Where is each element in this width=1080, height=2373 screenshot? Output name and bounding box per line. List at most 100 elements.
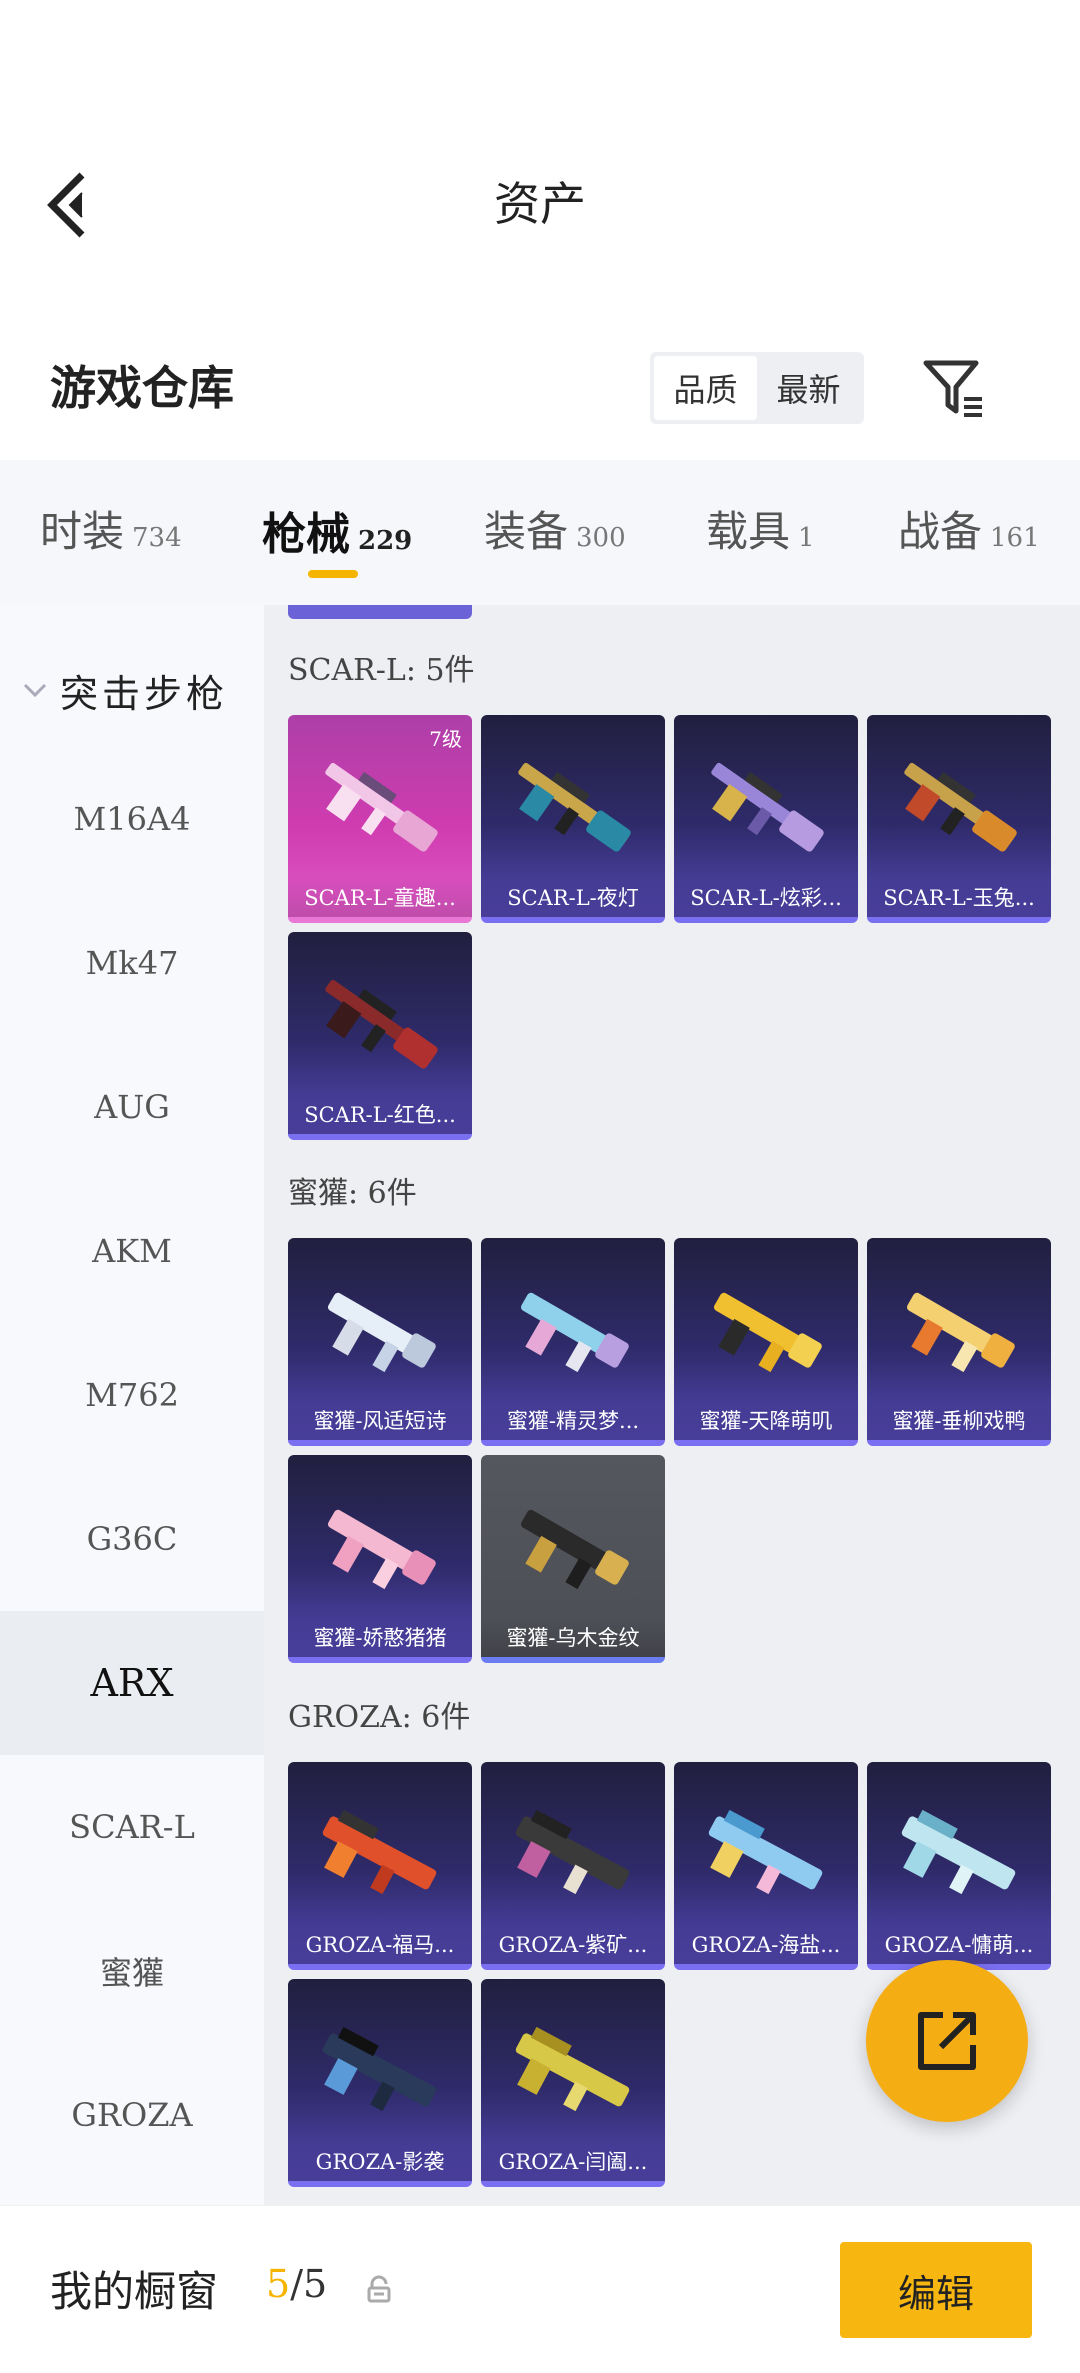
tab-supplies[interactable]: 战备 161 [898,498,1040,559]
category-tabs: 时装 734 枪械 229 装备 300 载具 1 战备 161 [0,460,1080,605]
previous-card-edge [288,605,472,619]
section-title-scar-l: SCAR-L: 5件 [288,653,475,688]
tab-count: 161 [990,523,1040,553]
showcase-bar: 我的橱窗 5/5 编辑 [0,2205,1080,2373]
tab-count: 300 [576,523,626,553]
sidebar-group-label: 突击步枪 [60,671,229,716]
skin-name: GROZA-闫阖... [481,2141,665,2181]
skin-card[interactable]: GROZA-福马... [288,1762,472,1970]
tab-count: 734 [132,523,182,553]
rifle-icon [325,762,438,852]
skin-card[interactable]: 蜜獾-垂柳戏鸭 [867,1238,1051,1446]
skin-card[interactable]: 蜜獾-娇憨猪猪 [288,1455,472,1663]
sidebar-item-honey-badger[interactable]: 蜜獾 [0,1899,264,2043]
skin-card[interactable]: GROZA-海盐... [674,1762,858,1970]
skin-name: 蜜獾-天降萌叽 [674,1400,858,1440]
sidebar-item-g36c[interactable]: G36C [0,1467,264,1611]
skin-card[interactable]: GROZA-紫矿... [481,1762,665,1970]
tab-label: 载具 [706,507,791,556]
skin-name: 蜜獾-乌木金纹 [481,1617,665,1657]
tab-vehicles[interactable]: 载具 1 [706,498,815,559]
sidebar-item-aug[interactable]: AUG [0,1035,264,1179]
skin-card[interactable]: 蜜獾-乌木金纹 [481,1455,665,1663]
skin-card[interactable]: SCAR-L-夜灯 [481,715,665,923]
skin-card[interactable]: SCAR-L-玉兔... [867,715,1051,923]
sidebar-item-scar-l[interactable]: SCAR-L [0,1755,264,1899]
rifle-icon [518,762,631,852]
skin-card[interactable]: 蜜獾-精灵梦... [481,1238,665,1446]
sort-toggle: 品质 最新 [650,352,864,424]
level-badge: 7级 [429,727,462,751]
tab-label: 枪械 [262,509,350,560]
rifle-icon [515,1809,630,1895]
sidebar-group-assault-rifles[interactable]: 突击步枪 [0,635,264,745]
showcase-total: 5 [303,2262,328,2306]
skin-card[interactable]: GROZA-闫阖... [481,1979,665,2187]
skin-card[interactable]: 蜜獾-风适短诗 [288,1238,472,1446]
skin-name: SCAR-L-玉兔... [867,877,1051,917]
tab-firearms[interactable]: 枪械 229 [262,498,412,562]
lock-icon [367,2275,391,2303]
showcase-count: 5/5 [266,2262,327,2306]
sidebar-item-mk47[interactable]: Mk47 [0,891,264,1035]
sidebar-item-m16a4[interactable]: M16A4 [0,747,264,891]
smg-icon [520,1509,629,1590]
chevron-down-icon [23,683,47,698]
skin-name: GROZA-慵萌... [867,1924,1051,1964]
rifle-icon [904,762,1017,852]
tab-count: 1 [798,523,815,553]
skin-name: SCAR-L-红色... [288,1094,472,1134]
tab-label: 战备 [898,507,983,556]
skin-name: GROZA-福马... [288,1924,472,1964]
skin-card[interactable]: SCAR-L-红色... [288,932,472,1140]
tab-outfits[interactable]: 时装 734 [40,498,182,559]
skin-name: 蜜獾-垂柳戏鸭 [867,1400,1051,1440]
sidebar-item-akm[interactable]: AKM [0,1179,264,1323]
skin-name: GROZA-海盐... [674,1924,858,1964]
rifle-icon [325,979,438,1069]
skin-name: SCAR-L-童趣... [288,877,472,917]
showcase-title: 我的橱窗 [50,2267,219,2316]
top-header: 资产 游戏仓库 品质 最新 [0,0,1080,424]
skin-card[interactable]: SCAR-L-炫彩... [674,715,858,923]
share-button[interactable] [866,1960,1028,2122]
tab-label: 装备 [484,507,569,556]
skin-name: GROZA-紫矿... [481,1924,665,1964]
tab-equipment[interactable]: 装备 300 [484,498,626,559]
skin-name: 蜜獾-风适短诗 [288,1400,472,1440]
rifle-icon [322,1809,437,1895]
edit-button[interactable]: 编辑 [840,2242,1032,2338]
sort-quality-button[interactable]: 品质 [654,356,757,420]
smg-icon [906,1292,1015,1373]
sidebar-item-groza[interactable]: GROZA [0,2043,264,2187]
rifle-icon [322,2026,437,2112]
smg-icon [520,1292,629,1373]
rifle-icon [515,2026,630,2112]
skin-name: 蜜獾-娇憨猪猪 [288,1617,472,1657]
smg-icon [327,1509,436,1590]
sort-latest-button[interactable]: 最新 [757,356,860,420]
skin-card[interactable]: 7级 SCAR-L-童趣... [288,715,472,923]
skin-card[interactable]: GROZA-慵萌... [867,1762,1051,1970]
skin-card[interactable]: 蜜獾-天降萌叽 [674,1238,858,1446]
sidebar-item-m762[interactable]: M762 [0,1323,264,1467]
skin-name: 蜜獾-精灵梦... [481,1400,665,1440]
skin-card[interactable]: GROZA-影袭 [288,1979,472,2187]
sidebar-item-arx[interactable]: ARX [0,1611,264,1755]
filter-button[interactable] [920,355,986,421]
smg-icon [327,1292,436,1373]
section-title-honey-badger: 蜜獾: 6件 [288,1176,417,1211]
showcase-separator: / [290,2262,303,2306]
smg-icon [713,1292,822,1373]
active-tab-indicator [308,570,358,578]
weapon-type-sidebar: 突击步枪 M16A4 Mk47 AUG AKM M762 G36C ARX SC… [0,605,264,2205]
share-icon [918,2012,976,2070]
tab-label: 时装 [40,507,125,556]
skin-name: SCAR-L-夜灯 [481,877,665,917]
skin-name: SCAR-L-炫彩... [674,877,858,917]
section-title-groza: GROZA: 6件 [288,1700,471,1735]
warehouse-title: 游戏仓库 [50,361,234,415]
filter-icon [923,360,982,417]
page-title: 资产 [494,177,586,231]
rifle-icon [901,1809,1016,1895]
